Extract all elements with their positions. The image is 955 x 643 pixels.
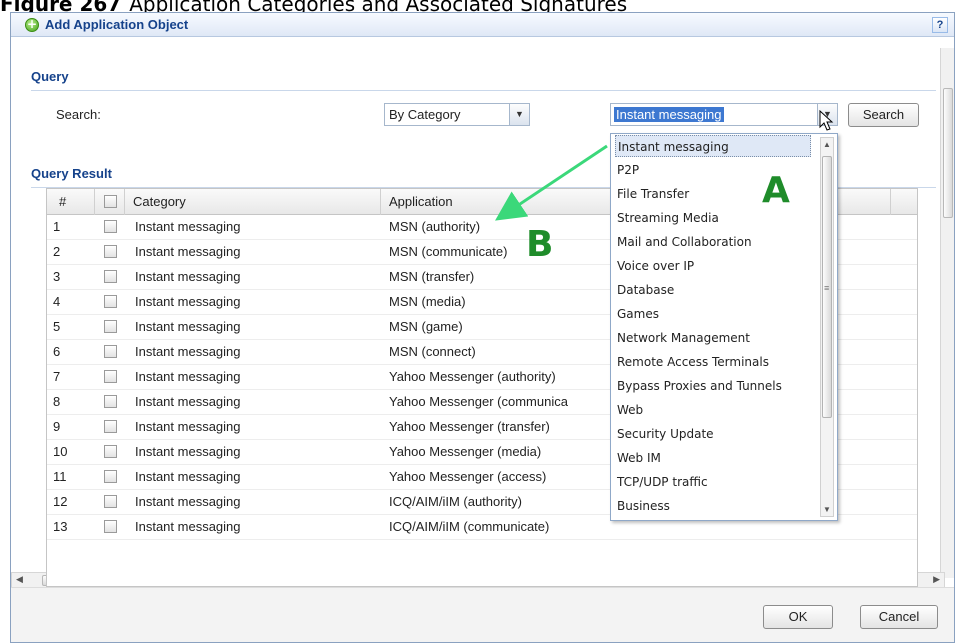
cell-category: Instant messaging [135, 269, 241, 284]
plus-circle-icon: + [25, 17, 39, 32]
dropdown-scroll-thumb[interactable]: ≡ [822, 156, 832, 418]
dropdown-option[interactable]: Voice over IP [615, 255, 811, 277]
cell-category: Instant messaging [135, 419, 241, 434]
cell-category: Instant messaging [135, 219, 241, 234]
row-checkbox[interactable] [104, 395, 117, 408]
ok-button[interactable]: OK [763, 605, 833, 629]
cell-number: 6 [53, 344, 61, 359]
column-number[interactable]: # [47, 189, 95, 215]
cell-application: Yahoo Messenger (authority) [389, 369, 556, 384]
row-checkbox[interactable] [104, 320, 117, 333]
cell-number: 2 [53, 244, 61, 259]
row-checkbox[interactable] [104, 445, 117, 458]
dropdown-option[interactable]: Security Update [615, 423, 811, 445]
cell-number: 12 [53, 494, 68, 509]
row-checkbox[interactable] [104, 370, 117, 383]
vertical-scroll-thumb[interactable] [943, 88, 953, 218]
cell-number: 3 [53, 269, 61, 284]
callout-a: A [762, 170, 790, 211]
category-dropdown-list[interactable]: Instant messaging P2P File Transfer Streami… [610, 133, 838, 521]
cell-number: 5 [53, 319, 61, 334]
scroll-down-icon[interactable]: ▼ [823, 505, 831, 514]
category-select[interactable]: Instant messaging ▼ [610, 103, 838, 126]
dropdown-option[interactable]: Business [615, 495, 811, 517]
cell-number: 4 [53, 294, 61, 309]
cell-application: Yahoo Messenger (transfer) [389, 419, 550, 434]
dropdown-option[interactable]: Network Management [615, 327, 811, 349]
row-checkbox[interactable] [104, 420, 117, 433]
search-by-value: By Category [389, 107, 461, 122]
dropdown-option[interactable]: Database [615, 279, 811, 301]
scroll-right-icon[interactable]: ▶ [933, 574, 940, 585]
cell-category: Instant messaging [135, 494, 241, 509]
dropdown-option[interactable]: Web IM [615, 447, 811, 469]
cell-category: Instant messaging [135, 244, 241, 259]
query-section-label: Query [31, 69, 69, 84]
row-checkbox[interactable] [104, 520, 117, 533]
cell-application: MSN (communicate) [389, 244, 508, 259]
scroll-up-icon[interactable]: ▲ [823, 140, 831, 149]
cell-application: ICQ/AIM/iIM (communicate) [389, 519, 550, 534]
query-result-section-label: Query Result [31, 166, 112, 181]
cell-category: Instant messaging [135, 294, 241, 309]
cell-application: ICQ/AIM/iIM (authority) [389, 494, 522, 509]
dialog-footer: OK Cancel [11, 587, 954, 642]
cell-application: MSN (transfer) [389, 269, 475, 284]
cell-number: 10 [53, 444, 68, 459]
cell-number: 8 [53, 394, 61, 409]
column-select-all[interactable] [95, 189, 125, 215]
row-checkbox[interactable] [104, 270, 117, 283]
dropdown-option[interactable]: TCP/UDP traffic [615, 471, 811, 493]
cell-application: MSN (media) [389, 294, 466, 309]
cell-application: Yahoo Messenger (communica [389, 394, 568, 409]
cell-number: 13 [53, 519, 68, 534]
search-button[interactable]: Search [848, 103, 919, 127]
cell-category: Instant messaging [135, 394, 241, 409]
cell-number: 7 [53, 369, 61, 384]
cell-application: Yahoo Messenger (media) [389, 444, 542, 459]
column-category[interactable]: Category [125, 189, 381, 215]
cell-number: 1 [53, 219, 61, 234]
row-checkbox[interactable] [104, 495, 117, 508]
row-checkbox[interactable] [104, 245, 117, 258]
dropdown-option[interactable]: Remote Access Terminals [615, 351, 811, 373]
dialog-titlebar: + Add Application Object ? [11, 13, 954, 37]
row-checkbox[interactable] [104, 345, 117, 358]
dropdown-option[interactable]: Web [615, 399, 811, 421]
dropdown-scrollbar[interactable]: ▲ ≡ ▼ [820, 137, 834, 517]
search-label: Search: [56, 107, 101, 122]
dialog-vertical-scrollbar[interactable] [940, 48, 954, 578]
scroll-left-icon[interactable]: ◀ [16, 574, 23, 585]
cell-category: Instant messaging [135, 519, 241, 534]
chevron-down-icon[interactable]: ▼ [509, 104, 529, 125]
cell-category: Instant messaging [135, 444, 241, 459]
cell-category: Instant messaging [135, 344, 241, 359]
dropdown-option[interactable]: Mail and Collaboration [615, 231, 811, 253]
cancel-button[interactable]: Cancel [860, 605, 938, 629]
cell-number: 9 [53, 419, 61, 434]
cell-application: MSN (game) [389, 319, 463, 334]
query-divider [31, 90, 936, 91]
cell-category: Instant messaging [135, 469, 241, 484]
callout-b: B [526, 224, 554, 265]
dropdown-option[interactable]: Instant messaging [615, 135, 811, 157]
cell-category: Instant messaging [135, 369, 241, 384]
dropdown-option[interactable]: Games [615, 303, 811, 325]
cell-application: Yahoo Messenger (access) [389, 469, 547, 484]
search-by-select[interactable]: By Category ▼ [384, 103, 530, 126]
help-icon[interactable]: ? [932, 17, 948, 33]
cell-application: MSN (authority) [389, 219, 481, 234]
select-all-checkbox[interactable] [104, 195, 117, 208]
row-checkbox[interactable] [104, 295, 117, 308]
row-checkbox[interactable] [104, 220, 117, 233]
dropdown-option[interactable]: Bypass Proxies and Tunnels [615, 375, 811, 397]
dialog-title: Add Application Object [45, 17, 189, 32]
row-checkbox[interactable] [104, 470, 117, 483]
cell-application: MSN (connect) [389, 344, 476, 359]
scroll-grip-icon: ≡ [824, 283, 830, 293]
mouse-pointer-icon [819, 110, 834, 131]
cell-number: 11 [53, 469, 67, 484]
cell-category: Instant messaging [135, 319, 241, 334]
category-value: Instant messaging [614, 107, 724, 122]
